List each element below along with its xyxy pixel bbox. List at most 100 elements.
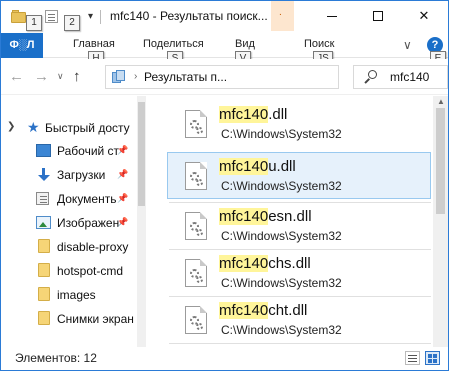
scroll-up-icon[interactable]: ▲ [437,97,445,106]
minimize-button[interactable] [309,1,355,31]
nav-pane-scroll-thumb[interactable] [138,102,145,206]
navigation-bar: ← → ∨ ↑ › Результаты п... mfc140 [1,59,448,95]
breadcrumb-separator-icon[interactable]: › [134,71,137,82]
pin-icon[interactable]: 📌 [117,193,128,204]
nav-item-label: hotspot-cmd [57,264,124,278]
nav-item-label: disable-proxy [57,240,129,254]
nav-item-downloads[interactable]: Загрузки 📌 [1,163,146,187]
pin-icon[interactable]: 📌 [117,217,128,228]
file-name-rest: cht.dll [268,302,308,319]
star-icon: ★ [27,119,40,135]
dll-file-icon [185,212,207,240]
dll-file-icon [185,306,207,334]
close-button[interactable]: ✕ [401,1,447,31]
row-divider [169,343,431,344]
file-name-highlight: mfc140 [219,255,269,272]
tiles-view-icon[interactable] [425,351,440,365]
folder-icon [38,263,50,277]
file-name-rest: chs.dll [268,255,311,272]
list-item-selected[interactable]: mfc140u.dll C:\Windows\System32 [167,152,431,199]
file-path: C:\Windows\System32 [221,323,342,337]
search-tools-tab[interactable]: . [271,1,294,31]
nav-item-label: Документь [57,192,117,206]
list-item[interactable]: mfc140.dll C:\Windows\System32 [167,100,431,147]
documents-icon [36,192,49,205]
status-bar: Элементов: 12 [1,347,448,370]
dll-file-icon [185,259,207,287]
file-name: mfc140.dll [219,106,287,123]
folder-icon[interactable] [11,9,27,25]
downloads-icon [36,168,51,181]
tab-home[interactable]: Главная [73,38,115,50]
file-name-rest: .dll [268,106,288,123]
item-count: Элементов: 12 [15,351,97,365]
back-arrow-icon[interactable]: ← [9,68,24,85]
address-bar[interactable]: › Результаты п... [105,65,339,89]
nav-item-documents[interactable]: Документь 📌 [1,187,146,211]
file-list-scrollbar[interactable]: ▲ [433,96,448,347]
pin-icon[interactable]: 📌 [117,169,128,180]
recent-locations-icon[interactable]: ∨ [57,71,64,82]
file-path: C:\Windows\System32 [221,276,342,290]
details-view-icon[interactable] [405,351,420,365]
dll-file-icon [185,110,207,138]
search-icon [363,69,379,85]
up-arrow-icon[interactable]: ↑ [73,68,81,85]
maximize-icon [373,11,383,21]
search-box[interactable]: mfc140 [353,65,448,89]
file-path: C:\Windows\System32 [221,179,342,193]
tab-view[interactable]: Вид [235,38,255,50]
nav-item-pictures[interactable]: Изображен 📌 [1,211,146,235]
list-item[interactable]: mfc140esn.dll C:\Windows\System32 [167,202,431,249]
pictures-icon [36,216,51,229]
file-list-scroll-thumb[interactable] [436,108,445,214]
file-name-highlight: mfc140 [219,208,269,225]
nav-quick-access-label: Быстрый досту [45,121,130,135]
file-name-rest: u.dll [268,158,296,175]
nav-item-label: Рабочий ст [57,144,120,158]
nav-item-folder[interactable]: Снимки экран [1,307,146,331]
maximize-button[interactable] [355,1,401,31]
ribbon: Ф░Л Главная Поделиться Вид Поиск ∨ ? [1,33,448,58]
tab-share[interactable]: Поделиться [143,38,204,50]
expand-chevron-icon[interactable]: ❯ [7,121,15,132]
file-name-highlight: mfc140 [219,158,269,175]
file-path: C:\Windows\System32 [221,229,342,243]
pin-icon[interactable]: 📌 [117,145,128,156]
title-bar: 1 2 ▾ mfc140 - Результаты поиск... . ✕ [1,1,448,33]
file-list: mfc140.dll C:\Windows\System32 mfc140u.d… [149,96,433,347]
tab-search[interactable]: Поиск [304,38,334,50]
minimize-icon [327,16,337,17]
file-path: C:\Windows\System32 [221,127,342,141]
nav-item-label: Изображен [57,216,120,230]
customize-toolbar-icon[interactable]: ▾ [88,11,93,22]
file-name: mfc140cht.dll [219,302,307,319]
nav-item-folder[interactable]: images [1,283,146,307]
forward-arrow-icon[interactable]: → [34,68,49,85]
nav-item-folder[interactable]: hotspot-cmd [1,259,146,283]
folder-icon [38,311,50,325]
keytip-quick-access-2: 2 [64,15,80,31]
search-tools-tab-label: . [279,7,282,18]
search-input[interactable]: mfc140 [390,70,429,84]
list-item[interactable]: mfc140cht.dll C:\Windows\System32 [167,296,431,343]
file-name: mfc140u.dll [219,158,296,175]
properties-icon[interactable] [44,9,60,25]
title-separator [100,10,101,24]
navigation-pane: ❯ ★ Быстрый досту Рабочий ст 📌 Загрузки … [1,96,146,347]
address-path[interactable]: Результаты п... [144,70,227,84]
keytip-quick-access-1: 1 [26,15,42,31]
folder-icon [38,239,50,253]
nav-quick-access[interactable]: ❯ ★ Быстрый досту [1,116,146,140]
nav-pane-scrollbar[interactable] [137,96,146,347]
file-tab[interactable]: Ф░Л [1,33,43,58]
nav-item-folder[interactable]: disable-proxy [1,235,146,259]
file-name-rest: esn.dll [268,208,312,225]
nav-item-label: images [57,288,96,302]
ribbon-expand-icon[interactable]: ∨ [403,38,412,52]
list-item[interactable]: mfc140chs.dll C:\Windows\System32 [167,249,431,296]
explorer-window: 1 2 ▾ mfc140 - Результаты поиск... . ✕ Ф… [0,0,449,371]
nav-item-desktop[interactable]: Рабочий ст 📌 [1,139,146,163]
close-icon: ✕ [418,8,430,23]
nav-item-label: Снимки экран [57,312,134,326]
